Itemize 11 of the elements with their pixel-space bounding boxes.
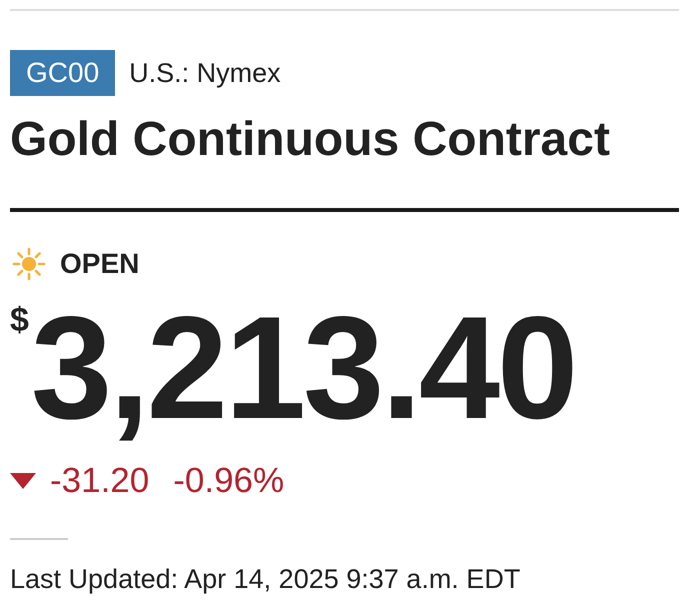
sun-icon — [10, 245, 48, 283]
change-percent: -0.96% — [173, 463, 284, 498]
market-status: OPEN — [60, 250, 140, 278]
price-value: 3,213.40 — [30, 295, 576, 441]
contract-title: Gold Continuous Contract — [10, 116, 611, 164]
symbol-badge: GC00 — [10, 50, 116, 96]
change-amount: -31.20 — [50, 463, 150, 498]
down-triangle-icon — [10, 472, 36, 488]
exchange-label: U.S.: Nymex — [129, 60, 281, 86]
currency-symbol: $ — [10, 303, 29, 337]
last-updated: Last Updated: Apr 14, 2025 9:37 a.m. EDT — [10, 566, 522, 593]
